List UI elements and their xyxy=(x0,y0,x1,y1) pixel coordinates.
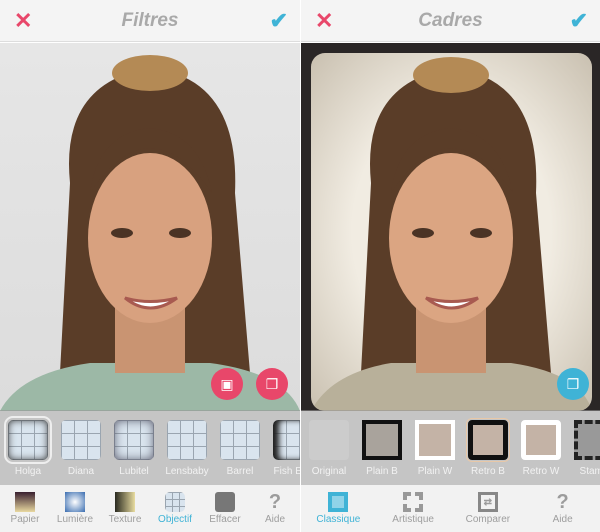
tool-aide[interactable]: ? Aide xyxy=(250,490,300,526)
filters-panel: ✕ Filtres ✔ ▣ ❐ Holga Diana Lubitel Lens… xyxy=(0,0,300,532)
frames-panel: ✕ Cadres ✔ ❐ Original Plain B Plain W Re… xyxy=(301,0,600,532)
filter-label: Fish Eye xyxy=(273,466,300,477)
filter-preview xyxy=(61,420,101,460)
tool-label: Effacer xyxy=(209,514,241,525)
tool-label: Objectif xyxy=(158,514,192,525)
filter-preview xyxy=(114,420,154,460)
tool-label: Papier xyxy=(10,514,40,525)
compare-icon: ⇄ xyxy=(477,492,498,512)
filter-lensbaby[interactable]: Lensbaby xyxy=(165,420,209,485)
paper-icon xyxy=(15,492,35,512)
photo-canvas[interactable]: ❐ xyxy=(301,43,600,411)
tool-label: Aide xyxy=(552,514,573,525)
photo-canvas[interactable]: ▣ ❐ xyxy=(0,43,300,411)
tool-aide[interactable]: ? Aide xyxy=(538,490,588,526)
tool-lumiere[interactable]: Lumière xyxy=(50,492,100,525)
tool-label: Lumière xyxy=(56,514,94,525)
tool-label: Comparer xyxy=(465,514,511,525)
frame-plain-b[interactable]: Plain B xyxy=(360,420,404,485)
frame-preview xyxy=(521,420,561,460)
frame-preview xyxy=(415,420,455,460)
filter-label: Holga xyxy=(14,466,42,477)
frame-label: Retro W xyxy=(522,466,560,477)
tool-objectif[interactable]: Objectif xyxy=(150,492,200,525)
frame-preview xyxy=(362,420,402,460)
header: ✕ Cadres ✔ xyxy=(301,0,600,42)
framed-portrait xyxy=(311,53,592,411)
filter-preview xyxy=(4,416,52,464)
filter-preview xyxy=(167,420,207,460)
frame-retro-b[interactable]: Retro B xyxy=(466,418,510,485)
bottom-toolbar: Papier Lumière Texture Objectif Effacer … xyxy=(0,485,300,532)
filter-label: Lensbaby xyxy=(165,466,209,477)
tool-label: Classique xyxy=(316,514,361,525)
frame-plain-w[interactable]: Plain W xyxy=(413,420,457,485)
eraser-icon xyxy=(215,492,235,512)
classic-frame-icon xyxy=(328,492,349,512)
tool-label: Texture xyxy=(108,514,142,525)
filter-preview xyxy=(273,420,300,460)
tool-effacer[interactable]: Effacer xyxy=(200,492,250,525)
check-icon[interactable]: ✔ xyxy=(270,8,288,34)
check-icon[interactable]: ✔ xyxy=(570,8,588,34)
texture-icon xyxy=(115,492,135,512)
filter-label: Diana xyxy=(67,466,95,477)
tool-texture[interactable]: Texture xyxy=(100,492,150,525)
frame-preview xyxy=(309,420,349,460)
tool-comparer[interactable]: ⇄ Comparer xyxy=(463,492,513,525)
layers-button[interactable]: ❐ xyxy=(557,368,589,400)
filter-diana[interactable]: Diana xyxy=(59,420,103,485)
filter-strip[interactable]: Holga Diana Lubitel Lensbaby Barrel Fish… xyxy=(0,410,300,485)
frame-label: Plain W xyxy=(417,466,453,477)
light-icon xyxy=(65,492,85,512)
filter-label: Barrel xyxy=(226,466,254,477)
help-icon: ? xyxy=(268,490,282,513)
close-icon[interactable]: ✕ xyxy=(14,8,32,34)
close-icon[interactable]: ✕ xyxy=(315,8,333,34)
filter-preview xyxy=(220,420,260,460)
artistic-frame-icon xyxy=(403,492,424,512)
tool-papier[interactable]: Papier xyxy=(0,492,50,525)
compare-image-button[interactable]: ▣ xyxy=(211,368,243,400)
tool-label: Aide xyxy=(264,514,285,525)
frame-label: Original xyxy=(311,466,347,477)
layers-button[interactable]: ❐ xyxy=(256,368,288,400)
frame-preview xyxy=(466,418,510,462)
bottom-toolbar: Classique Artistique ⇄ Comparer ? Aide xyxy=(301,485,600,532)
filter-barrel[interactable]: Barrel xyxy=(218,420,262,485)
page-title: Cadres xyxy=(418,9,483,31)
lens-icon xyxy=(165,492,185,512)
frame-original[interactable]: Original xyxy=(307,420,351,485)
frame-label: Plain B xyxy=(366,466,398,477)
filter-lubitel[interactable]: Lubitel xyxy=(112,420,156,485)
frame-preview xyxy=(574,420,600,460)
page-title: Filtres xyxy=(121,9,179,31)
tool-label: Artistique xyxy=(392,514,434,525)
frame-stamp[interactable]: Stamp xyxy=(572,420,600,485)
header: ✕ Filtres ✔ xyxy=(0,0,300,42)
frame-label: Retro B xyxy=(471,466,505,477)
help-icon: ? xyxy=(556,490,569,513)
filter-fish-eye[interactable]: Fish Eye xyxy=(271,420,300,485)
portrait-image xyxy=(311,57,592,411)
frame-retro-w[interactable]: Retro W xyxy=(519,420,563,485)
tool-artistique[interactable]: Artistique xyxy=(388,492,438,525)
filter-holga[interactable]: Holga xyxy=(4,416,52,485)
portrait-image xyxy=(0,55,300,411)
tool-classique[interactable]: Classique xyxy=(313,492,363,525)
frame-strip[interactable]: Original Plain B Plain W Retro B Retro W… xyxy=(301,410,600,485)
frame-label: Stamp xyxy=(579,466,600,477)
filter-label: Lubitel xyxy=(119,466,149,477)
